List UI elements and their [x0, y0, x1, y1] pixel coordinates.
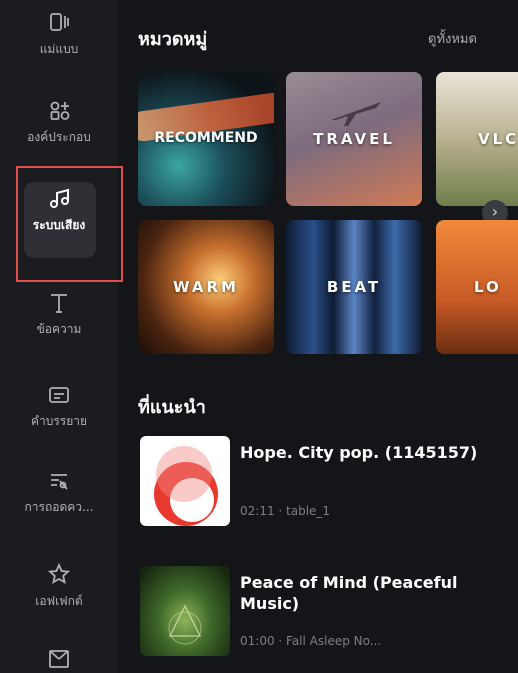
track-meta: 02:11 · table_1 [240, 504, 331, 518]
transition-icon [49, 650, 69, 668]
category-tile-vlog[interactable]: VLC [436, 72, 518, 206]
category-label: WARM [173, 278, 239, 296]
track-title: Hope. City pop. (1145157) [240, 443, 478, 462]
category-label: LO [474, 278, 502, 296]
sidebar-item-transcript[interactable]: การถอดคว... [0, 468, 118, 517]
sidebar-item-transition[interactable] [0, 646, 118, 673]
track-thumbnail [140, 436, 230, 526]
category-tile-love[interactable]: LO [436, 220, 518, 354]
sidebar-item-elements[interactable]: องค์ประกอบ [0, 98, 118, 147]
category-tile-warm[interactable]: WARM [138, 220, 274, 354]
track-item[interactable]: Peace of Mind (Peaceful Music) 01:00 · F… [138, 566, 508, 658]
text-icon [51, 294, 67, 313]
category-label: TRAVEL [313, 130, 395, 148]
sidebar-item-template[interactable]: แม่แบบ [0, 10, 118, 59]
forest-artwork [168, 604, 202, 645]
category-tile-beat[interactable]: BEAT [286, 220, 422, 354]
category-label: VLC [478, 130, 518, 148]
subtitle-icon [49, 387, 69, 403]
track-title: Peace of Mind (Peaceful Music) [240, 573, 458, 613]
category-tile-travel[interactable]: TRAVEL [286, 72, 422, 206]
track-item[interactable]: Hope. City pop. (1145157) 02:11 · table_… [138, 436, 508, 528]
recommended-title: ที่แนะนำ [138, 397, 206, 418]
track-thumbnail [140, 566, 230, 656]
sidebar-item-label: ข้อความ [36, 322, 82, 336]
airplane-icon [331, 102, 381, 126]
track-meta: 01:00 · Fall Asleep No... [240, 634, 382, 648]
sidebar-item-label: แม่แบบ [39, 42, 79, 56]
transcript-icon [51, 474, 68, 490]
selection-highlight [16, 166, 123, 282]
elements-icon [50, 101, 70, 120]
sidebar-item-label: คำบรรยาย [30, 414, 88, 428]
sidebar-item-text[interactable]: ข้อความ [0, 290, 118, 339]
sidebar-item-effects[interactable]: เอฟเฟกต์ [0, 562, 118, 611]
main-panel: หมวดหมู่ ดูทั้งหมด RECOMMEND TRAVEL VLC … [118, 0, 518, 673]
category-tile-recommend[interactable]: RECOMMEND [138, 72, 274, 206]
categories-title: หมวดหมู่ [138, 29, 208, 50]
sidebar: แม่แบบ องค์ประกอบ ระบบเสียง ข้อความ คำบร… [0, 0, 123, 673]
template-icon [50, 13, 69, 31]
category-label: BEAT [326, 278, 382, 296]
effects-icon [47, 562, 71, 584]
sidebar-item-label: การถอดคว... [24, 500, 94, 514]
sidebar-item-subtitle[interactable]: คำบรรยาย [0, 382, 118, 431]
hope-artwork [154, 446, 218, 526]
sidebar-item-label: เอฟเฟกต์ [35, 594, 83, 608]
view-all-link[interactable]: ดูทั้งหมด [428, 28, 477, 49]
sidebar-item-label: องค์ประกอบ [27, 130, 91, 144]
category-label: RECOMMEND [154, 130, 258, 146]
